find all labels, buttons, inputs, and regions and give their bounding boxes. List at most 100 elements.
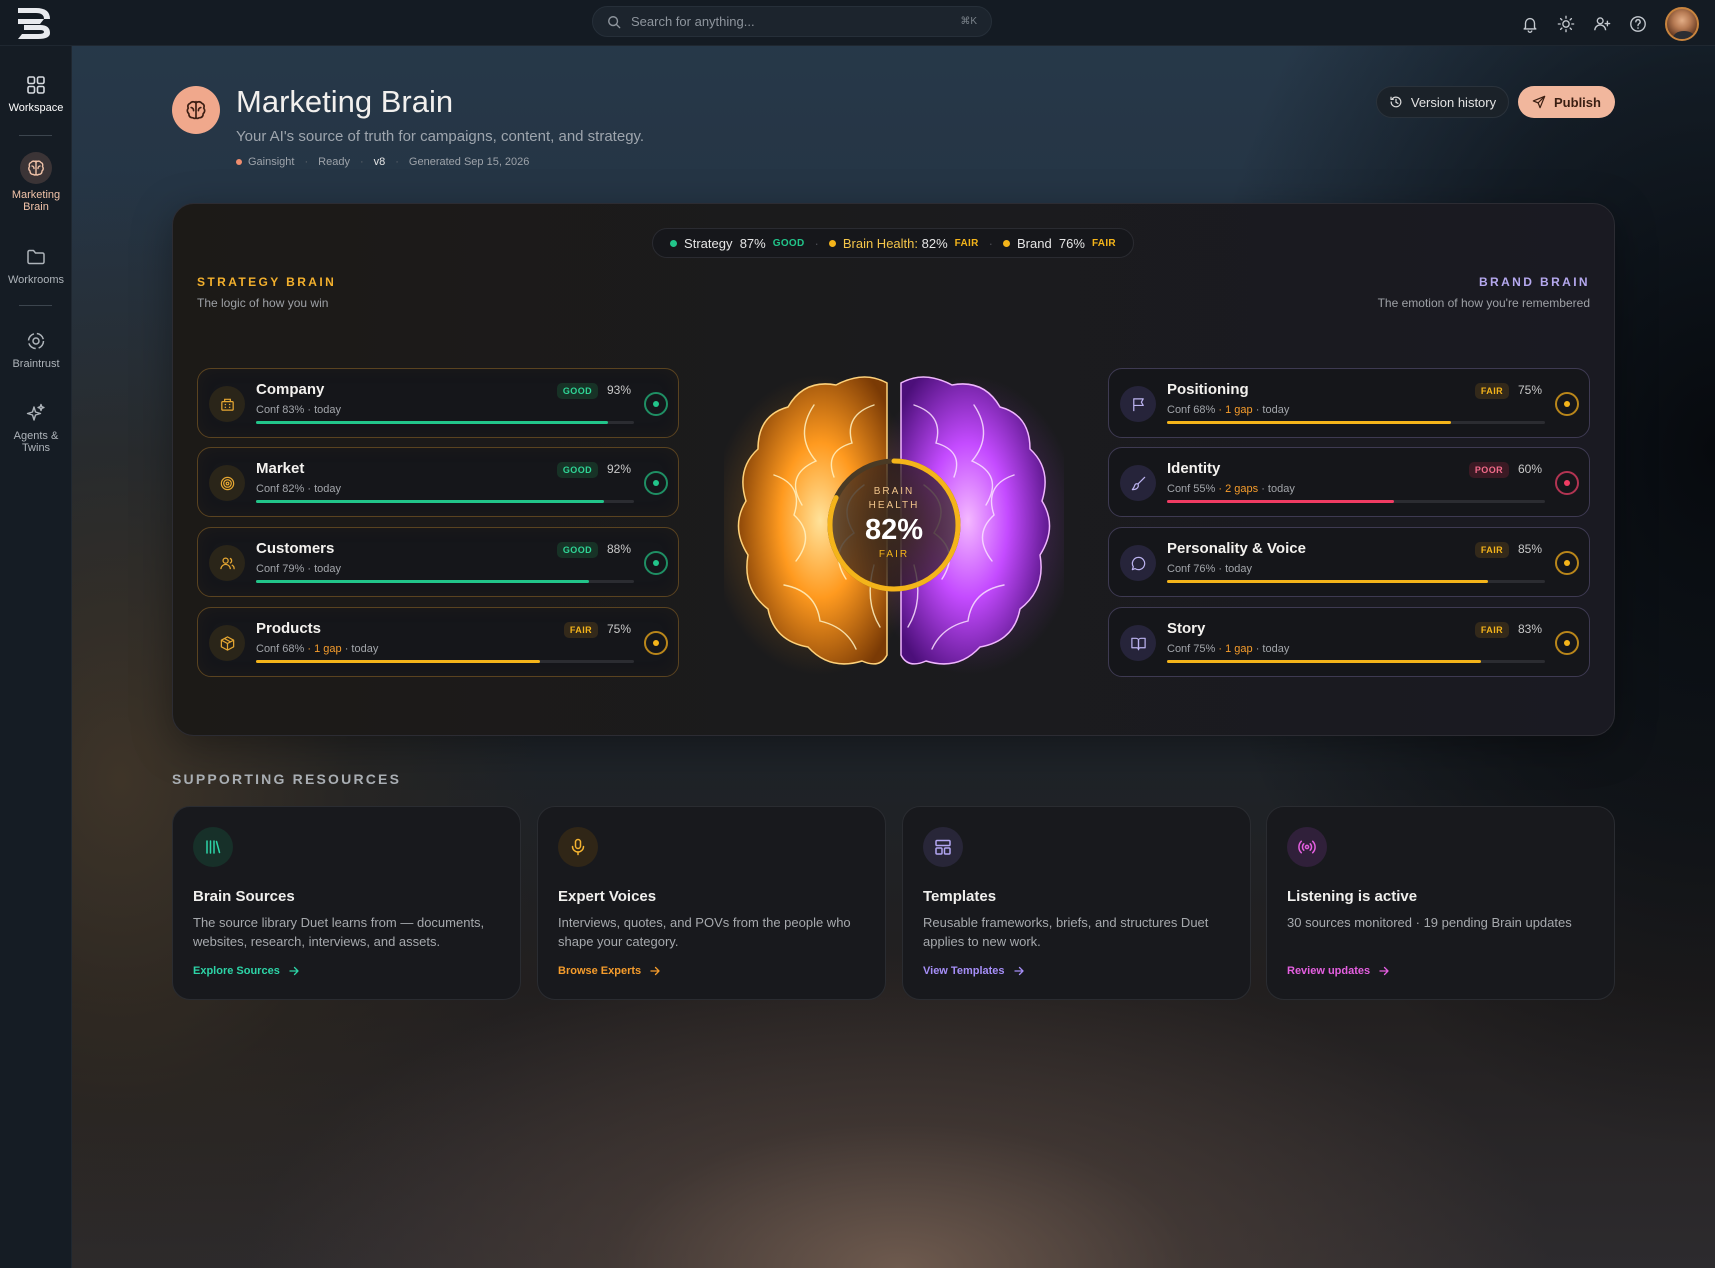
sidebar-item-label: Marketing Brain <box>11 189 61 213</box>
grade-badge: GOOD <box>556 542 598 558</box>
sidebar-item-workspace[interactable]: Workspace <box>0 74 72 114</box>
page-meta: Gainsight · Ready · v8 · Generated Sep 1… <box>236 156 529 168</box>
meta-version: v8 <box>373 156 386 168</box>
bell-icon[interactable] <box>1521 15 1539 33</box>
sidebar-item-marketing-brain[interactable]: Marketing Brain <box>0 152 72 213</box>
resource-description: Reusable frameworks, briefs, and structu… <box>923 915 1209 949</box>
status-ring[interactable] <box>1555 392 1579 416</box>
status-ring[interactable] <box>1555 551 1579 575</box>
item-confidence: Conf 68% · 1 gap · today <box>1167 404 1290 416</box>
grade-badge: FAIR <box>1474 542 1509 558</box>
status-ring[interactable] <box>644 551 668 575</box>
page-title: Marketing Brain <box>236 84 454 119</box>
publish-label: Publish <box>1554 94 1601 110</box>
grade-badge: FAIR <box>563 622 598 638</box>
summary-health-label: Brain Health: <box>842 235 918 251</box>
search-input[interactable]: Search for anything... <box>631 14 960 29</box>
resource-description: The source library Duet learns from — do… <box>193 915 485 949</box>
arrow-right-icon <box>1013 966 1024 976</box>
box-icon-wrap <box>209 625 245 661</box>
sidebar: Workspace Marketing Brain Workrooms Brai… <box>0 46 72 1268</box>
resource-title: Listening is active <box>1287 888 1418 905</box>
brand-item-positioning[interactable]: Positioning Conf 68% · 1 gap · today FAI… <box>1108 368 1590 438</box>
status-ring[interactable] <box>644 471 668 495</box>
strategy-item-market[interactable]: Market Conf 82% · today GOOD 92% <box>197 447 679 517</box>
resource-description: Interviews, quotes, and POVs from the pe… <box>558 915 851 949</box>
resource-listening: Listening is active 30 sources monitored… <box>1266 806 1615 1000</box>
grade-badge: POOR <box>1468 462 1509 478</box>
sidebar-item-braintrust[interactable]: Braintrust <box>0 330 72 370</box>
brush-icon <box>1131 476 1145 490</box>
view-templates-link[interactable]: View Templates <box>923 965 1025 977</box>
item-confidence: Conf 76% · today <box>1167 563 1253 575</box>
folder-icon <box>27 249 45 265</box>
item-name: Company <box>256 381 325 398</box>
help-icon[interactable] <box>1629 15 1647 33</box>
summary-brand-grade: FAIR <box>1091 237 1116 249</box>
review-updates-link[interactable]: Review updates <box>1287 965 1390 977</box>
item-name: Personality & Voice <box>1167 540 1306 557</box>
page-subtitle: Your AI's source of truth for campaigns,… <box>236 128 645 145</box>
braintrust-icon <box>27 332 45 350</box>
item-confidence: Conf 82% · today <box>256 483 342 495</box>
brush-icon-wrap <box>1120 465 1156 501</box>
progress-track <box>256 421 634 424</box>
book-icon-wrap <box>1120 625 1156 661</box>
summary-health-grade: FAIR <box>954 237 979 249</box>
gauge-label-2: HEALTH <box>869 500 920 511</box>
item-confidence: Conf 68% · 1 gap · today <box>256 643 379 655</box>
summary-strategy-pct: 87% <box>739 235 766 251</box>
meta-status: Ready <box>318 156 350 168</box>
user-avatar[interactable] <box>1665 7 1699 41</box>
send-icon <box>1532 95 1546 109</box>
brand-item-identity[interactable]: Identity Conf 55% · 2 gaps · today POOR … <box>1108 447 1590 517</box>
add-user-icon[interactable] <box>1593 15 1611 33</box>
sun-icon[interactable] <box>1557 15 1575 33</box>
progress-fill <box>256 421 608 424</box>
item-confidence: Conf 75% · 1 gap · today <box>1167 643 1290 655</box>
history-icon <box>1390 96 1402 108</box>
search-bar[interactable]: Search for anything... ⌘K <box>592 6 992 37</box>
item-confidence: Conf 79% · today <box>256 563 342 575</box>
brand-item-story[interactable]: Story Conf 75% · 1 gap · today FAIR 83% <box>1108 607 1590 677</box>
layout-icon <box>935 839 951 855</box>
status-ring[interactable] <box>1555 471 1579 495</box>
search-icon <box>608 15 621 28</box>
brand-brain-header: BRAND BRAIN The emotion of how you're re… <box>1378 275 1590 310</box>
brand-brain-subtitle: The emotion of how you're remembered <box>1377 296 1590 310</box>
publish-button[interactable]: Publish <box>1518 86 1615 118</box>
chat-icon-wrap <box>1120 545 1156 581</box>
explore-sources-link[interactable]: Explore Sources <box>193 965 300 977</box>
strategy-brain-title: STRATEGY BRAIN <box>197 275 337 289</box>
browse-experts-link[interactable]: Browse Experts <box>558 965 661 977</box>
duet-logo[interactable] <box>14 5 54 41</box>
item-name: Products <box>256 620 322 637</box>
target-icon <box>220 476 234 490</box>
strategy-brain-header: STRATEGY BRAIN The logic of how you win <box>197 275 336 310</box>
version-history-button[interactable]: Version history <box>1376 86 1509 118</box>
broadcast-icon-wrap <box>1287 827 1327 867</box>
resource-description: 30 sources monitored · 19 pending Brain … <box>1287 915 1572 930</box>
strategy-item-customers[interactable]: Customers Conf 79% · today GOOD 88% <box>197 527 679 597</box>
strategy-item-products[interactable]: Products Conf 68% · 1 gap · today FAIR 7… <box>197 607 679 677</box>
brand-item-personality-voice[interactable]: Personality & Voice Conf 76% · today FAI… <box>1108 527 1590 597</box>
book-icon <box>1130 637 1146 650</box>
progress-fill <box>256 580 589 583</box>
status-ring[interactable] <box>644 631 668 655</box>
strategy-item-company[interactable]: Company Conf 83% · today GOOD 93% <box>197 368 679 438</box>
progress-track <box>1167 500 1545 503</box>
item-percent: 85% <box>1517 542 1542 556</box>
chat-icon <box>1131 556 1145 570</box>
resources-title: SUPPORTING RESOURCES <box>172 771 402 787</box>
sidebar-item-agents-twins[interactable]: Agents & Twins <box>0 402 72 454</box>
status-ring[interactable] <box>1555 631 1579 655</box>
sidebar-item-label: Agents & Twins <box>13 430 59 454</box>
top-bar: Search for anything... ⌘K <box>0 0 1715 46</box>
item-percent: 93% <box>606 383 631 397</box>
status-ring[interactable] <box>644 392 668 416</box>
item-percent: 83% <box>1517 622 1542 636</box>
resource-expert-voices: Expert Voices Interviews, quotes, and PO… <box>537 806 886 1000</box>
arrow-right-icon <box>650 966 660 976</box>
strategy-dot <box>670 239 678 247</box>
sidebar-item-workrooms[interactable]: Workrooms <box>0 246 72 286</box>
